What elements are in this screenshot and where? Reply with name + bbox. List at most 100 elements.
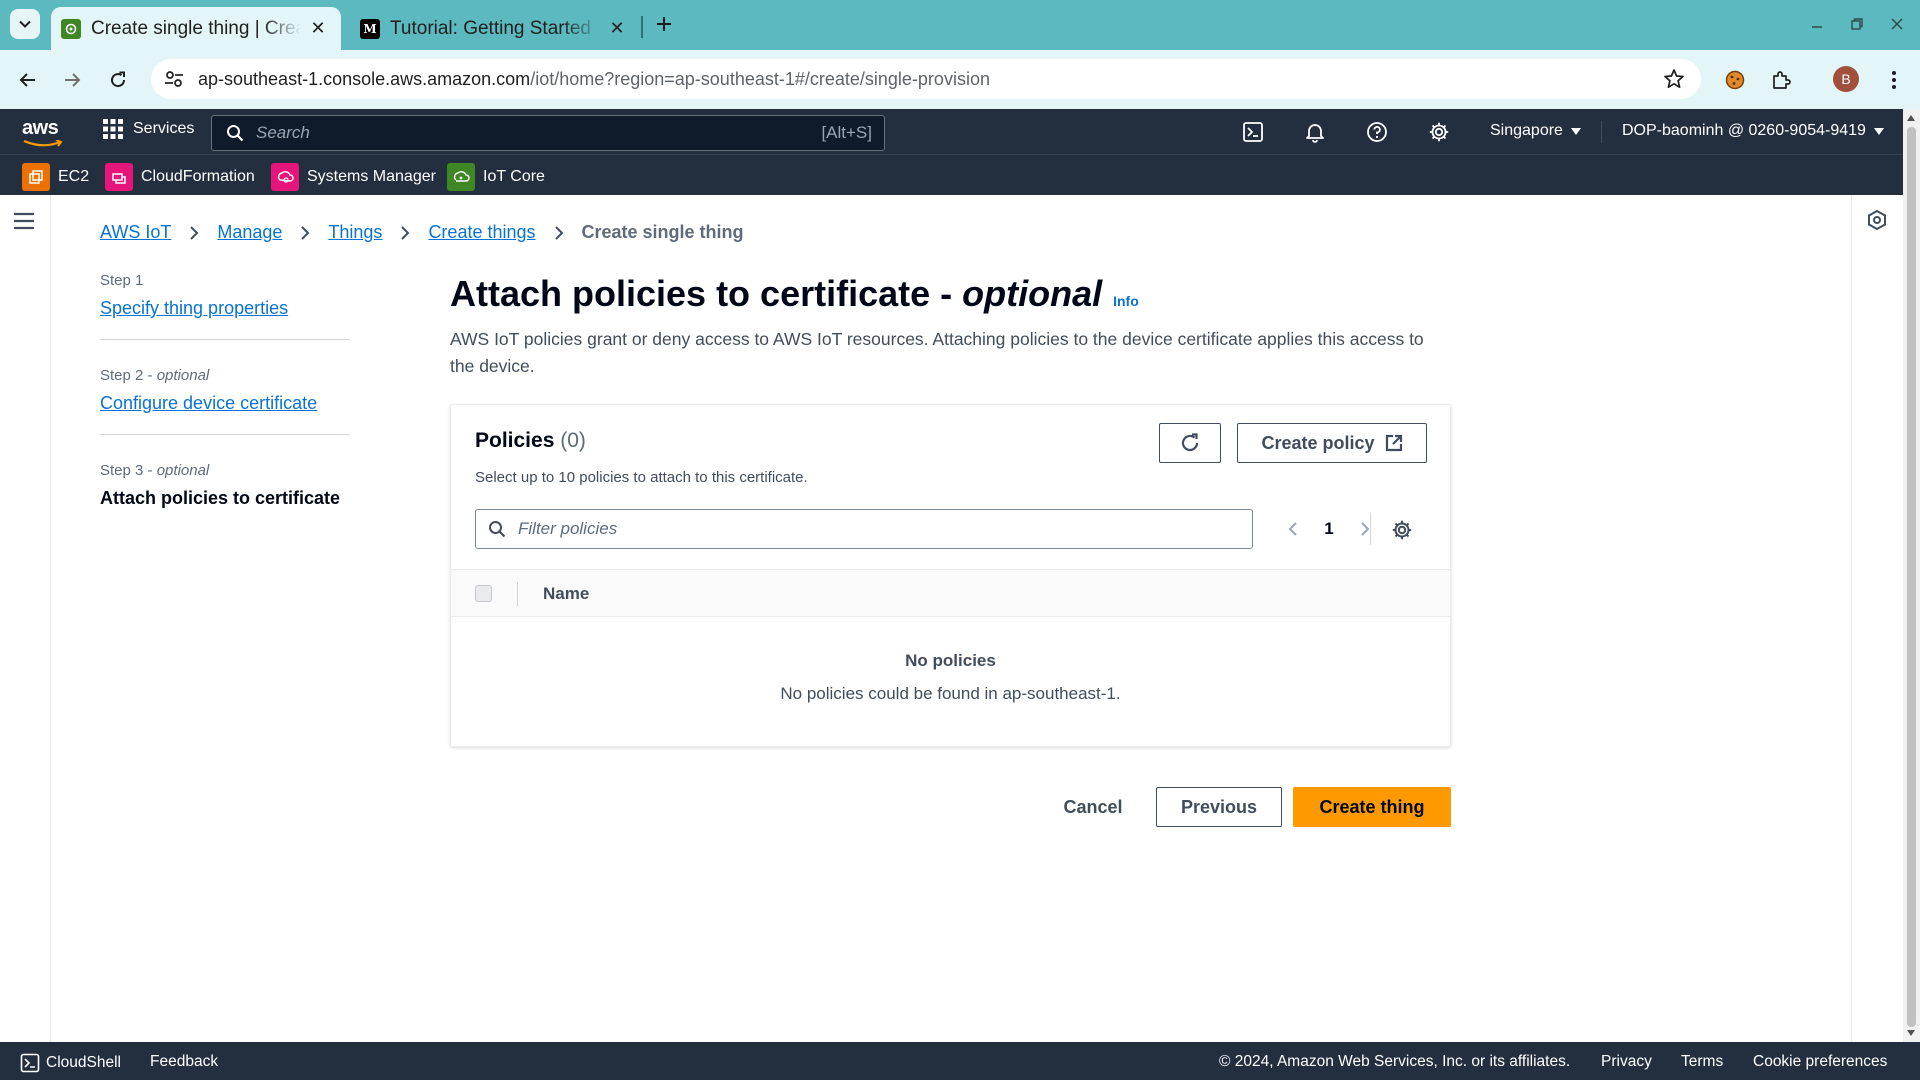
tab-tutorial[interactable]: M Tutorial: Getting Started ✕ [350, 7, 640, 50]
footer-cookie-preferences[interactable]: Cookie preferences [1753, 1053, 1887, 1071]
settings-button[interactable] [1427, 120, 1451, 144]
help-icon [1367, 122, 1387, 142]
profile-avatar[interactable]: B [1833, 66, 1859, 92]
kebab-menu-icon [1892, 71, 1896, 89]
header-divider [1601, 121, 1602, 143]
page-scrollbar[interactable] [1903, 109, 1920, 1042]
chevron-right-icon [554, 225, 563, 240]
step-link-configure-device-certificate[interactable]: Configure device certificate [100, 393, 350, 414]
breadcrumb-things[interactable]: Things [328, 222, 382, 243]
previous-button[interactable]: Previous [1156, 787, 1282, 827]
restore-icon [1851, 18, 1863, 30]
chevron-left-icon [1288, 522, 1297, 536]
policies-title: Policies [475, 429, 555, 452]
breadcrumb-create-things[interactable]: Create things [428, 222, 535, 243]
next-page-button[interactable] [1353, 517, 1377, 541]
policies-count: (0) [560, 429, 586, 452]
breadcrumb-manage[interactable]: Manage [217, 222, 282, 243]
forward-button[interactable] [57, 65, 87, 95]
site-info-icon[interactable] [163, 68, 185, 90]
account-label: DOP-baominh @ 0260-9054-9419 [1622, 122, 1866, 139]
footer-feedback[interactable]: Feedback [150, 1053, 218, 1071]
create-thing-button[interactable]: Create thing [1293, 787, 1451, 827]
favorite-label: IoT Core [483, 167, 545, 185]
footer-terms[interactable]: Terms [1681, 1053, 1723, 1071]
page-number[interactable]: 1 [1305, 519, 1353, 539]
footer-privacy[interactable]: Privacy [1601, 1053, 1652, 1071]
close-tab-icon[interactable]: ✕ [307, 18, 329, 40]
bookmark-star-icon[interactable] [1663, 68, 1685, 90]
gear-icon [1429, 122, 1449, 142]
table-preferences-gear-icon[interactable] [1391, 519, 1413, 541]
ec2-icon [22, 162, 50, 191]
close-tab-icon[interactable]: ✕ [606, 18, 628, 40]
step-current-attach-policies: Attach policies to certificate [100, 488, 341, 508]
wizard-step-2: Step 2 - optional Configure device certi… [100, 367, 350, 435]
puzzle-icon [1773, 71, 1791, 89]
close-window-button[interactable] [1883, 10, 1911, 38]
chevron-right-icon [190, 225, 199, 240]
page-title: Attach policies to certificate - optiona… [450, 273, 1451, 315]
pagination: 1 [1281, 517, 1377, 541]
search-shortcut-hint: [Alt+S] [821, 123, 872, 142]
hamburger-menu-icon[interactable] [13, 211, 35, 231]
filter-policies-input[interactable]: Filter policies [475, 509, 1253, 549]
minimize-button[interactable] [1803, 10, 1831, 38]
minimize-icon [1812, 26, 1822, 28]
scroll-up-arrow-icon[interactable] [1907, 115, 1915, 121]
caret-down-icon [1873, 127, 1884, 135]
extensions-button[interactable] [1766, 65, 1796, 95]
cancel-button[interactable]: Cancel [1050, 787, 1136, 827]
step-number: Step 1 [100, 272, 144, 289]
policies-description: Select up to 10 policies to attach to th… [475, 469, 808, 486]
reload-icon [111, 71, 126, 88]
console-search-input[interactable]: Search [Alt+S] [211, 115, 885, 151]
cookie-icon [1725, 70, 1745, 90]
step-link-specify-thing-properties[interactable]: Specify thing properties [100, 298, 350, 319]
tab-search-button[interactable] [10, 9, 40, 39]
wizard-step-3: Step 3 - optional Attach policies to cer… [100, 462, 350, 509]
scroll-down-arrow-icon[interactable] [1907, 1030, 1915, 1036]
create-policy-button[interactable]: Create policy [1237, 423, 1427, 463]
browser-menu-button[interactable] [1879, 65, 1909, 95]
info-link[interactable]: Info [1113, 293, 1139, 309]
empty-state-description: No policies could be found in ap-southea… [780, 684, 1121, 703]
favorite-cloudformation[interactable]: CloudFormation [105, 162, 255, 191]
help-button[interactable] [1365, 120, 1389, 144]
step-number: Step 2 - optional [100, 367, 210, 384]
cloudshell-button[interactable] [1241, 120, 1265, 144]
services-menu-button[interactable]: Services [103, 119, 194, 139]
cloudshell-label: CloudShell [46, 1054, 121, 1071]
grid-icon [103, 119, 123, 139]
main-content: Attach policies to certificate - optiona… [450, 273, 1451, 380]
tab-create-single-thing[interactable]: Create single thing | Create things | AW… [51, 7, 341, 50]
footer-cloudshell[interactable]: CloudShell [20, 1053, 121, 1073]
footer-copyright: © 2024, Amazon Web Services, Inc. or its… [1219, 1053, 1571, 1070]
select-all-checkbox[interactable] [475, 585, 492, 602]
column-header-name[interactable]: Name [543, 584, 589, 604]
policies-heading: Policies (0) [475, 429, 586, 453]
cookie-extension-button[interactable] [1720, 65, 1750, 95]
address-bar[interactable]: ap-southeast-1.console.aws.amazon.com/io… [151, 59, 1701, 99]
chevron-right-icon [301, 225, 310, 240]
account-menu[interactable]: DOP-baominh @ 0260-9054-9419 [1622, 122, 1884, 140]
scrollbar-thumb[interactable] [1907, 127, 1916, 1027]
notifications-button[interactable] [1303, 120, 1327, 144]
favorite-iot-core[interactable]: IoT Core [447, 162, 545, 191]
back-button[interactable] [13, 65, 43, 95]
page-title-text: Attach policies to certificate - [450, 273, 963, 314]
new-tab-button[interactable] [650, 10, 678, 38]
favorite-systems-manager[interactable]: Systems Manager [271, 162, 436, 191]
terminal-icon [1243, 122, 1263, 142]
region-selector[interactable]: Singapore [1490, 122, 1581, 140]
aws-logo[interactable]: aws [22, 117, 63, 147]
favorite-ec2[interactable]: EC2 [22, 162, 89, 191]
breadcrumb-aws-iot[interactable]: AWS IoT [100, 222, 171, 243]
services-label: Services [133, 120, 195, 137]
refresh-button[interactable] [1159, 423, 1221, 463]
chevron-right-icon [1361, 522, 1370, 536]
previous-page-button[interactable] [1281, 517, 1305, 541]
restore-button[interactable] [1843, 10, 1871, 38]
reload-button[interactable] [103, 65, 133, 95]
tools-panel-icon[interactable] [1866, 209, 1888, 231]
